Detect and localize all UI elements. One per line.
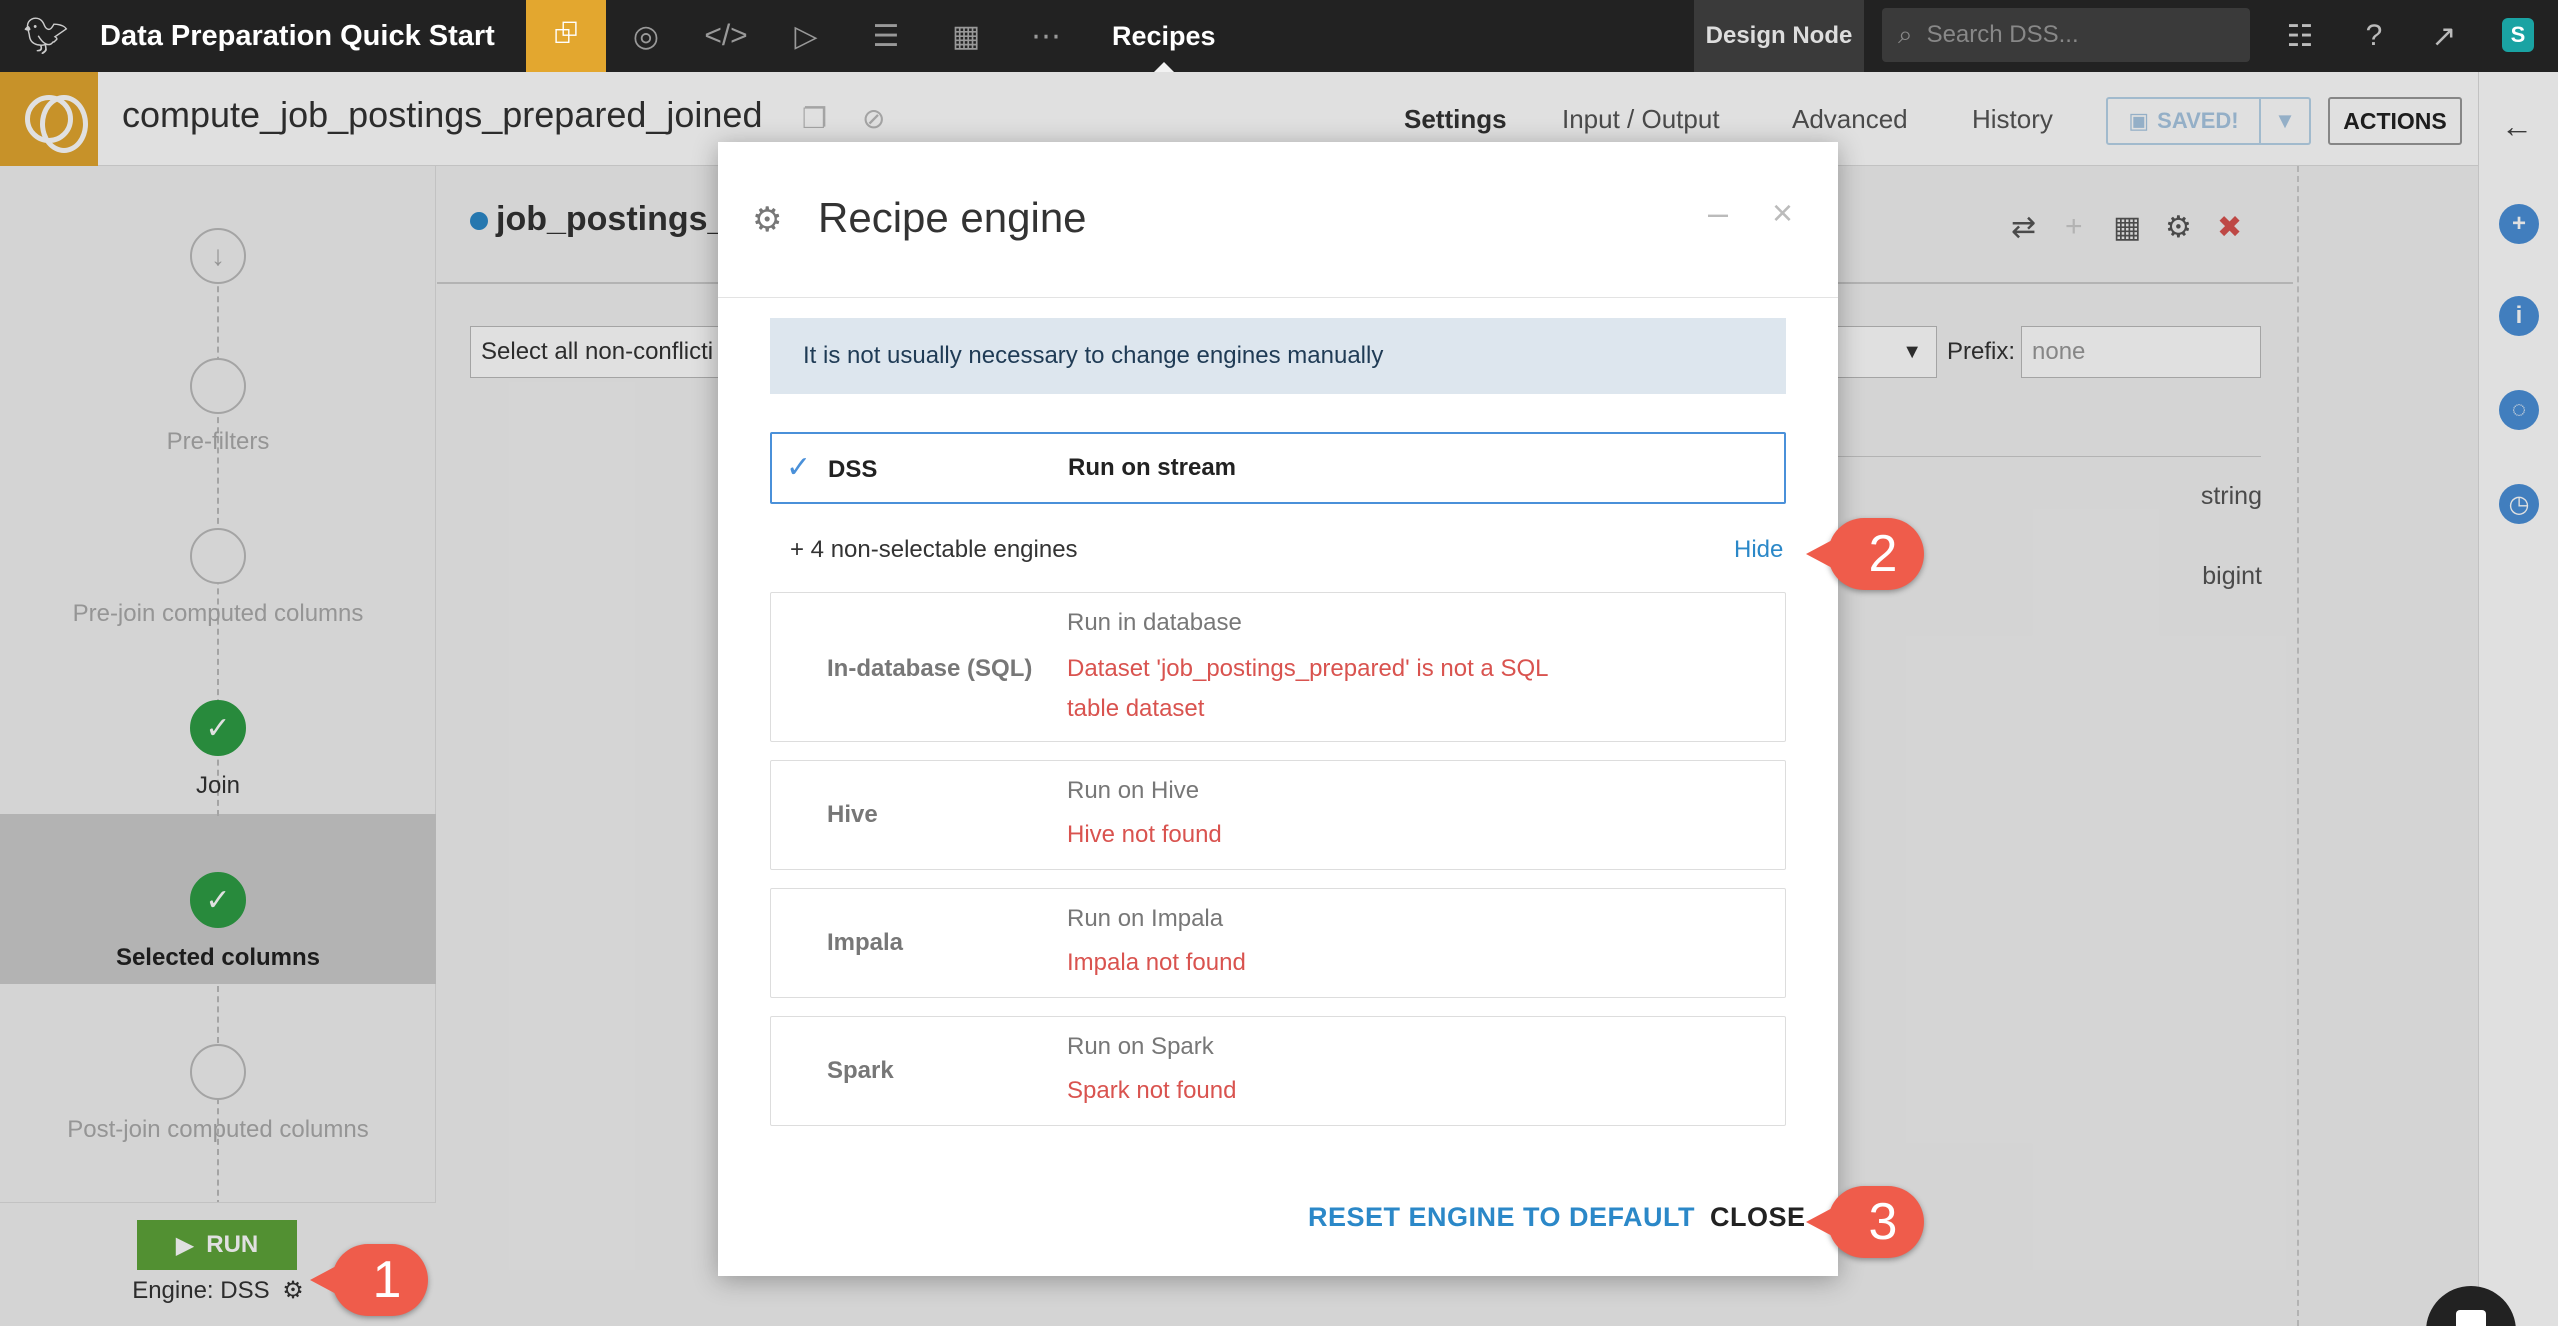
avatar[interactable]: S [2502,18,2534,52]
callout-3: 3 [1806,1186,1924,1258]
flow-icon[interactable]: ⮺ [526,0,606,72]
engine-option-spark: Spark Run on Spark Spark not found [770,1016,1786,1126]
minimize-icon[interactable]: – [1708,192,1728,234]
engine-option-in-database-sql: In-database (SQL) Run in database Datase… [770,592,1786,742]
top-navigation-bar: 🐦︎ Data Preparation Quick Start ⮺ ◎ </> … [0,0,2558,72]
callout-1: 1 [310,1244,428,1316]
modal-header: ⚙ Recipe engine – × [718,142,1838,298]
search-placeholder: Search DSS... [1926,21,2079,48]
engine-name: Hive [827,801,878,828]
engine-unavailable-reason: Impala not found [1067,949,1246,976]
project-title[interactable]: Data Preparation Quick Start [100,20,526,53]
modal-title: Recipe engine [818,194,1087,241]
engine-option-hive: Hive Run on Hive Hive not found [770,760,1786,870]
engine-unavailable-reason: Spark not found [1067,1077,1237,1104]
close-icon[interactable]: × [1772,192,1793,234]
engine-description: Run on Hive [1067,777,1200,804]
engine-unavailable-reason: Dataset 'job_postings_prepared' is not a… [1067,655,1548,722]
dataiku-bird-logo-icon[interactable]: 🐦︎ [0,0,92,72]
engine-option-impala: Impala Run on Impala Impala not found [770,888,1786,998]
hide-link[interactable]: Hide [1734,536,1783,564]
engine-description: Run on Impala [1067,905,1224,932]
engine-description: Run on Spark [1067,1033,1214,1060]
dashboard-icon[interactable]: ▦ [926,0,1006,72]
apps-grid-icon[interactable]: ☷ [2270,0,2330,72]
close-button[interactable]: CLOSE [1710,1202,1806,1233]
gear-icon: ⚙ [752,201,783,239]
search-icon: ⌕ [1898,19,1913,49]
trend-icon[interactable]: ↗ [2414,0,2474,72]
info-banner: It is not usually necessary to change en… [770,318,1786,394]
engine-description: Run in database [1067,609,1242,636]
node-badge: Design Node [1694,0,1864,72]
run-icon[interactable]: ▷ [766,0,846,72]
current-section-label[interactable]: Recipes [1112,0,1216,72]
search-input[interactable]: ⌕ Search DSS... [1882,8,2250,62]
jobs-icon[interactable]: ☰ [846,0,926,72]
non-selectable-engines-label: + 4 non-selectable engines [790,536,1078,563]
engine-option-dss[interactable]: ✓ DSS Run on stream [770,432,1786,504]
engine-name: DSS [828,456,878,483]
code-icon[interactable]: </> [686,0,766,72]
callout-2: 2 [1806,518,1924,590]
engine-description: Run on stream [1068,454,1237,481]
recipe-engine-modal: ⚙ Recipe engine – × It is not usually ne… [718,142,1838,1276]
engine-unavailable-reason: Hive not found [1067,821,1222,848]
reset-engine-button[interactable]: RESET ENGINE TO DEFAULT [1308,1202,1695,1233]
engine-name: Spark [827,1057,894,1084]
engine-name: Impala [827,929,904,956]
engine-name: In-database (SQL) [827,655,1033,682]
check-icon: ✓ [786,451,812,484]
lab-icon[interactable]: ◎ [606,0,686,72]
more-icon[interactable]: ⋯ [1006,0,1086,72]
help-icon[interactable]: ? [2344,0,2404,72]
